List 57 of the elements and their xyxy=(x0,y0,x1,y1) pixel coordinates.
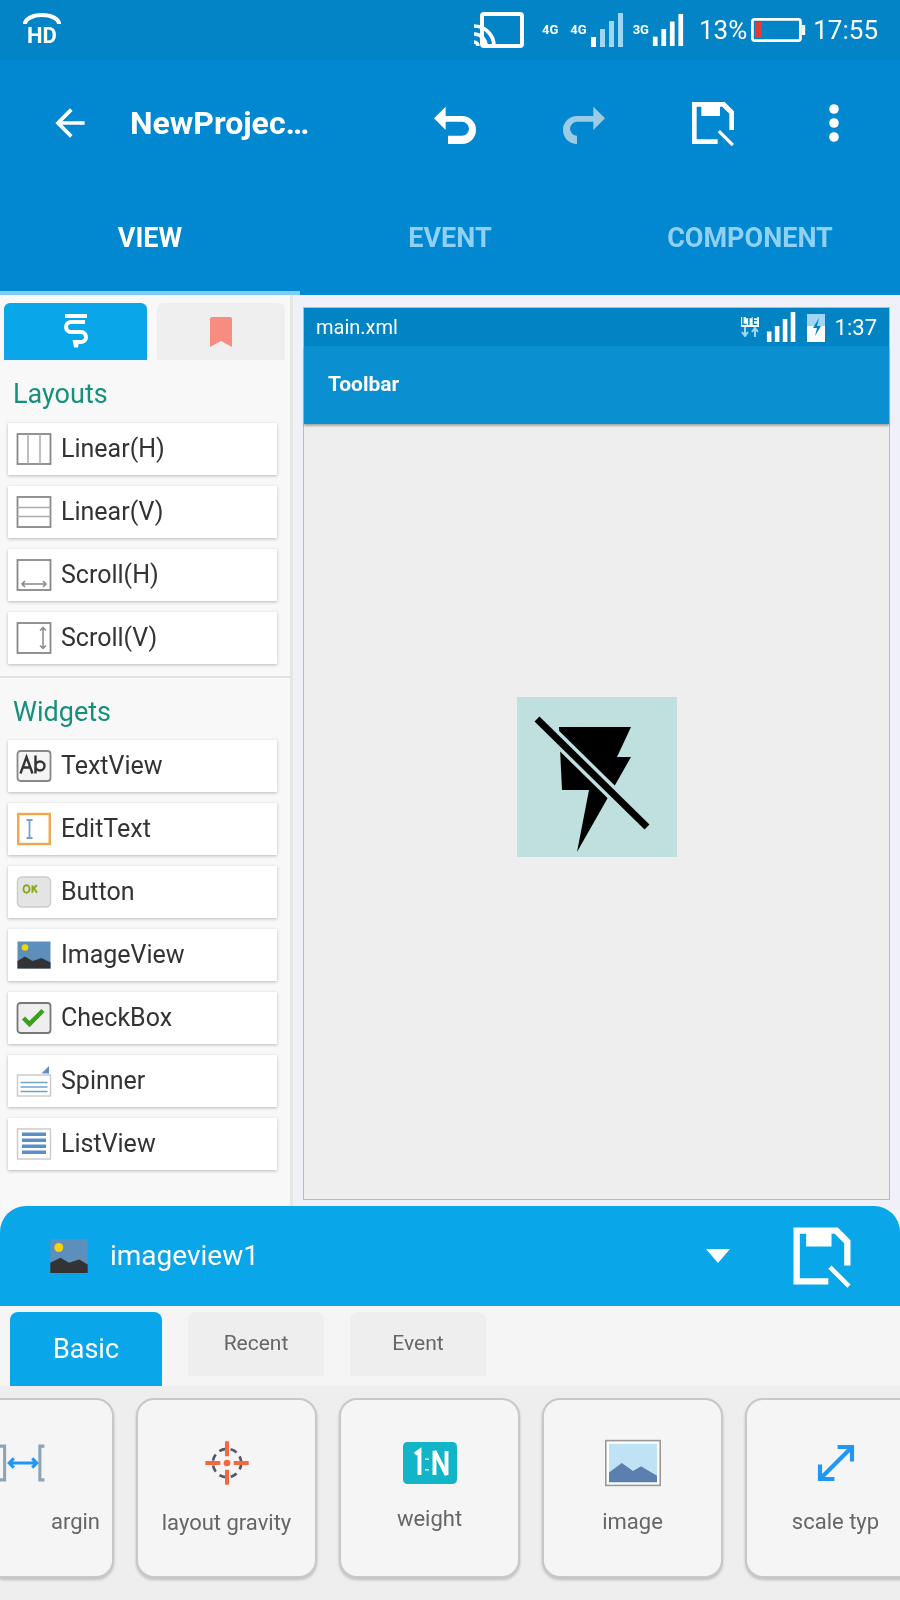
section-title: Widgets xyxy=(13,694,112,730)
data-arrows-icon xyxy=(738,327,761,337)
vertical-arrows-icon xyxy=(16,619,52,656)
hd-label: HD xyxy=(27,25,57,47)
property-card[interactable]: argin xyxy=(0,1398,114,1578)
property-card[interactable]: weight xyxy=(339,1398,520,1578)
palette-item[interactable]: Scroll(H) xyxy=(8,548,277,601)
landscape-image-icon xyxy=(603,1438,662,1487)
cast-icon xyxy=(472,12,524,48)
palette-item[interactable]: Button xyxy=(8,866,277,918)
dropdown-caret-icon[interactable] xyxy=(706,1249,730,1263)
flash-off-icon[interactable] xyxy=(516,696,677,857)
palette-item[interactable]: CheckBox xyxy=(8,992,277,1044)
widget-logo-icon xyxy=(62,313,89,350)
palette-item[interactable]: Spinner xyxy=(8,1055,277,1107)
network-label: 4G xyxy=(570,21,587,40)
horizontal-arrows-icon xyxy=(16,556,52,593)
battery-charging-icon xyxy=(806,312,825,342)
property-card[interactable]: layout gravity xyxy=(136,1398,317,1578)
toolbar-title: Toolbar xyxy=(328,371,400,399)
checkbox-icon xyxy=(16,1000,52,1036)
network-label: 4G xyxy=(542,21,559,40)
palette-tab[interactable] xyxy=(4,303,147,360)
image-icon xyxy=(50,1239,88,1273)
palette-item[interactable]: EditText xyxy=(8,803,277,855)
property-card[interactable]: scale typ xyxy=(745,1398,900,1578)
rows-icon xyxy=(16,493,52,530)
list-icon xyxy=(16,1126,52,1162)
signal-icon xyxy=(588,13,625,47)
battery-percentage: 13% xyxy=(698,13,748,47)
clock: 17:55 xyxy=(813,13,878,47)
property-tab[interactable]: Event xyxy=(350,1312,486,1376)
columns-icon xyxy=(16,430,52,467)
ratio-icon xyxy=(402,1441,457,1484)
signal-icon xyxy=(764,312,797,342)
property-card[interactable]: image xyxy=(542,1398,723,1578)
lte-label: LTE xyxy=(740,317,759,327)
signal-icon xyxy=(650,13,685,47)
network-label: 3G xyxy=(632,21,649,40)
palette-tab[interactable] xyxy=(157,303,285,360)
palette-item[interactable]: TextView xyxy=(8,740,277,792)
widget-id: imageview1 xyxy=(110,1238,259,1274)
project-title: NewProjec… xyxy=(130,102,311,144)
bookmark-icon xyxy=(210,316,232,347)
palette-item[interactable]: ListView xyxy=(8,1118,277,1170)
palette-item[interactable]: Linear(H) xyxy=(8,422,277,475)
text-icon xyxy=(16,748,52,784)
ok-button-icon xyxy=(16,874,52,910)
property-tab[interactable]: Recent xyxy=(188,1312,324,1376)
palette-item[interactable]: Scroll(V) xyxy=(8,611,277,664)
battery-icon xyxy=(751,18,808,42)
file-name: main.xml xyxy=(316,314,398,341)
palette-item[interactable]: ImageView xyxy=(8,929,277,981)
text-cursor-icon xyxy=(16,811,52,847)
palette-item[interactable]: Linear(V) xyxy=(8,485,277,538)
section-title: Layouts xyxy=(13,377,109,412)
preview-clock: 1:37 xyxy=(834,313,877,342)
